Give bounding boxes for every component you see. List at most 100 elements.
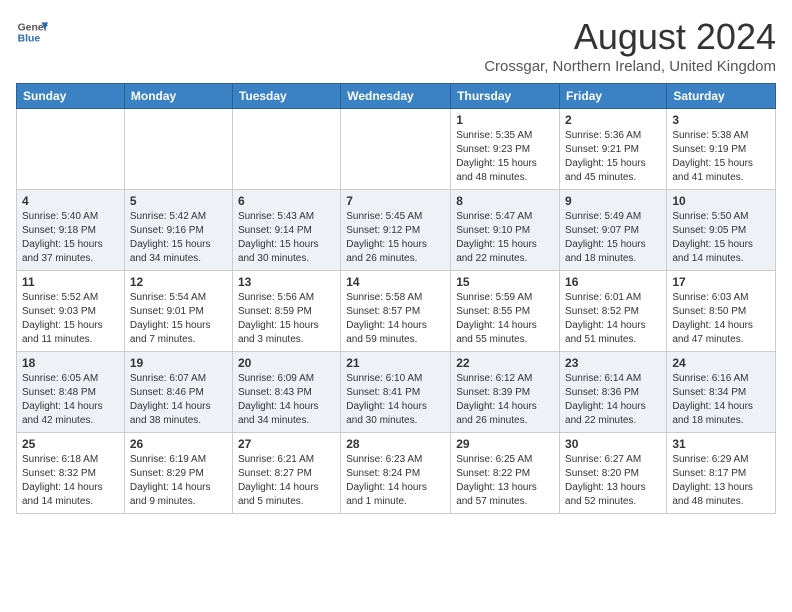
location: Crossgar, Northern Ireland, United Kingd… (484, 58, 776, 75)
week-row-0: 1 Sunrise: 5:35 AM Sunset: 9:23 PM Daylig… (17, 109, 776, 190)
day-info: Sunrise: 6:18 AM Sunset: 8:32 PM Dayligh… (22, 453, 119, 509)
header-friday: Friday (560, 84, 667, 109)
calendar-cell: 3 Sunrise: 5:38 AM Sunset: 9:19 PM Daylig… (667, 109, 776, 190)
calendar-cell: 5Sunrise: 5:42 AM Sunset: 9:16 PM Daylig… (124, 190, 232, 271)
calendar-cell: 27 Sunrise: 6:21 AM Sunset: 8:27 PM Dayli… (232, 433, 340, 514)
day-info: Sunrise: 6:16 AM Sunset: 8:34 PM Dayligh… (672, 372, 770, 428)
header-thursday: Thursday (451, 84, 560, 109)
day-number: 24 (672, 356, 770, 370)
day-number: 17 (672, 275, 770, 289)
svg-text:Blue: Blue (18, 34, 41, 45)
day-number: 20 (238, 356, 335, 370)
calendar-cell: 18 Sunrise: 6:05 AM Sunset: 8:48 PM Dayli… (17, 352, 125, 433)
calendar-cell: 26Sunrise: 6:19 AM Sunset: 8:29 PM Dayli… (124, 433, 232, 514)
day-info: Sunrise: 6:05 AM Sunset: 8:48 PM Dayligh… (22, 372, 119, 428)
calendar-cell: 10 Sunrise: 5:50 AM Sunset: 9:05 PM Dayli… (667, 190, 776, 271)
day-number: 22 (456, 356, 554, 370)
day-info: Sunrise: 5:38 AM Sunset: 9:19 PM Dayligh… (672, 129, 770, 185)
calendar-cell: 13 Sunrise: 5:56 AM Sunset: 8:59 PM Dayli… (232, 271, 340, 352)
day-info: Sunrise: 5:49 AM Sunset: 9:07 PM Dayligh… (565, 210, 661, 266)
day-info: Sunrise: 6:12 AM Sunset: 8:39 PM Dayligh… (456, 372, 554, 428)
day-info: Sunrise: 6:19 AM Sunset: 8:29 PM Dayligh… (130, 453, 227, 509)
day-info: Sunrise: 5:43 AM Sunset: 9:14 PM Dayligh… (238, 210, 335, 266)
title-section: August 2024 Crossgar, Northern Ireland, … (484, 16, 776, 75)
calendar-cell: 22 Sunrise: 6:12 AM Sunset: 8:39 PM Dayli… (451, 352, 560, 433)
calendar-cell: 12 Sunrise: 5:54 AM Sunset: 9:01 PM Dayli… (124, 271, 232, 352)
day-info: Sunrise: 5:50 AM Sunset: 9:05 PM Dayligh… (672, 210, 770, 266)
day-info: Sunrise: 5:56 AM Sunset: 8:59 PM Dayligh… (238, 291, 335, 347)
day-info: Sunrise: 6:10 AM Sunset: 8:41 PM Dayligh… (346, 372, 445, 428)
day-info: Sunrise: 5:59 AM Sunset: 8:55 PM Dayligh… (456, 291, 554, 347)
calendar-body: 1 Sunrise: 5:35 AM Sunset: 9:23 PM Daylig… (17, 109, 776, 514)
calendar-cell: 25 Sunrise: 6:18 AM Sunset: 8:32 PM Dayli… (17, 433, 125, 514)
day-info: Sunrise: 6:29 AM Sunset: 8:17 PM Dayligh… (672, 453, 770, 509)
logo-icon: General Blue (16, 16, 48, 48)
header-saturday: Saturday (667, 84, 776, 109)
day-number: 21 (346, 356, 445, 370)
day-info: Sunrise: 5:47 AM Sunset: 9:10 PM Dayligh… (456, 210, 554, 266)
calendar-cell (232, 109, 340, 190)
calendar-cell: 16 Sunrise: 6:01 AM Sunset: 8:52 PM Dayli… (560, 271, 667, 352)
month-title: August 2024 (484, 16, 776, 58)
header-tuesday: Tuesday (232, 84, 340, 109)
calendar-cell: 31Sunrise: 6:29 AM Sunset: 8:17 PM Dayli… (667, 433, 776, 514)
day-number: 16 (565, 275, 661, 289)
week-row-3: 18 Sunrise: 6:05 AM Sunset: 8:48 PM Dayli… (17, 352, 776, 433)
calendar-cell: 6 Sunrise: 5:43 AM Sunset: 9:14 PM Daylig… (232, 190, 340, 271)
day-info: Sunrise: 5:40 AM Sunset: 9:18 PM Dayligh… (22, 210, 119, 266)
calendar-cell: 24 Sunrise: 6:16 AM Sunset: 8:34 PM Dayli… (667, 352, 776, 433)
day-number: 6 (238, 194, 335, 208)
day-info: Sunrise: 5:58 AM Sunset: 8:57 PM Dayligh… (346, 291, 445, 347)
calendar-cell: 17 Sunrise: 6:03 AM Sunset: 8:50 PM Dayli… (667, 271, 776, 352)
calendar-cell: 20 Sunrise: 6:09 AM Sunset: 8:43 PM Dayli… (232, 352, 340, 433)
day-number: 7 (346, 194, 445, 208)
day-number: 11 (22, 275, 119, 289)
week-row-1: 4Sunrise: 5:40 AM Sunset: 9:18 PM Daylig… (17, 190, 776, 271)
calendar-cell: 1 Sunrise: 5:35 AM Sunset: 9:23 PM Daylig… (451, 109, 560, 190)
day-number: 25 (22, 437, 119, 451)
header-wednesday: Wednesday (341, 84, 451, 109)
day-number: 1 (456, 113, 554, 127)
day-number: 23 (565, 356, 661, 370)
day-info: Sunrise: 6:21 AM Sunset: 8:27 PM Dayligh… (238, 453, 335, 509)
day-info: Sunrise: 6:07 AM Sunset: 8:46 PM Dayligh… (130, 372, 227, 428)
day-number: 19 (130, 356, 227, 370)
day-info: Sunrise: 5:54 AM Sunset: 9:01 PM Dayligh… (130, 291, 227, 347)
calendar-cell: 15Sunrise: 5:59 AM Sunset: 8:55 PM Dayli… (451, 271, 560, 352)
day-number: 29 (456, 437, 554, 451)
day-info: Sunrise: 6:03 AM Sunset: 8:50 PM Dayligh… (672, 291, 770, 347)
calendar-cell: 7 Sunrise: 5:45 AM Sunset: 9:12 PM Daylig… (341, 190, 451, 271)
day-number: 18 (22, 356, 119, 370)
day-info: Sunrise: 5:35 AM Sunset: 9:23 PM Dayligh… (456, 129, 554, 185)
header-monday: Monday (124, 84, 232, 109)
calendar-cell: 2Sunrise: 5:36 AM Sunset: 9:21 PM Daylig… (560, 109, 667, 190)
week-row-4: 25 Sunrise: 6:18 AM Sunset: 8:32 PM Dayli… (17, 433, 776, 514)
day-info: Sunrise: 5:45 AM Sunset: 9:12 PM Dayligh… (346, 210, 445, 266)
calendar-cell: 28Sunrise: 6:23 AM Sunset: 8:24 PM Dayli… (341, 433, 451, 514)
day-number: 14 (346, 275, 445, 289)
day-number: 5 (130, 194, 227, 208)
day-number: 13 (238, 275, 335, 289)
calendar-cell: 9Sunrise: 5:49 AM Sunset: 9:07 PM Daylig… (560, 190, 667, 271)
day-info: Sunrise: 6:27 AM Sunset: 8:20 PM Dayligh… (565, 453, 661, 509)
week-row-2: 11Sunrise: 5:52 AM Sunset: 9:03 PM Dayli… (17, 271, 776, 352)
header-row: SundayMondayTuesdayWednesdayThursdayFrid… (17, 84, 776, 109)
calendar-cell (341, 109, 451, 190)
day-number: 2 (565, 113, 661, 127)
day-number: 27 (238, 437, 335, 451)
calendar-header: SundayMondayTuesdayWednesdayThursdayFrid… (17, 84, 776, 109)
day-info: Sunrise: 6:09 AM Sunset: 8:43 PM Dayligh… (238, 372, 335, 428)
day-number: 3 (672, 113, 770, 127)
day-info: Sunrise: 6:01 AM Sunset: 8:52 PM Dayligh… (565, 291, 661, 347)
calendar-cell (124, 109, 232, 190)
calendar-cell: 4Sunrise: 5:40 AM Sunset: 9:18 PM Daylig… (17, 190, 125, 271)
day-number: 28 (346, 437, 445, 451)
day-number: 10 (672, 194, 770, 208)
calendar-cell: 11Sunrise: 5:52 AM Sunset: 9:03 PM Dayli… (17, 271, 125, 352)
calendar-cell: 23Sunrise: 6:14 AM Sunset: 8:36 PM Dayli… (560, 352, 667, 433)
day-number: 12 (130, 275, 227, 289)
calendar-table: SundayMondayTuesdayWednesdayThursdayFrid… (16, 83, 776, 514)
calendar-cell (17, 109, 125, 190)
calendar-cell: 29Sunrise: 6:25 AM Sunset: 8:22 PM Dayli… (451, 433, 560, 514)
logo: General Blue (16, 16, 48, 48)
